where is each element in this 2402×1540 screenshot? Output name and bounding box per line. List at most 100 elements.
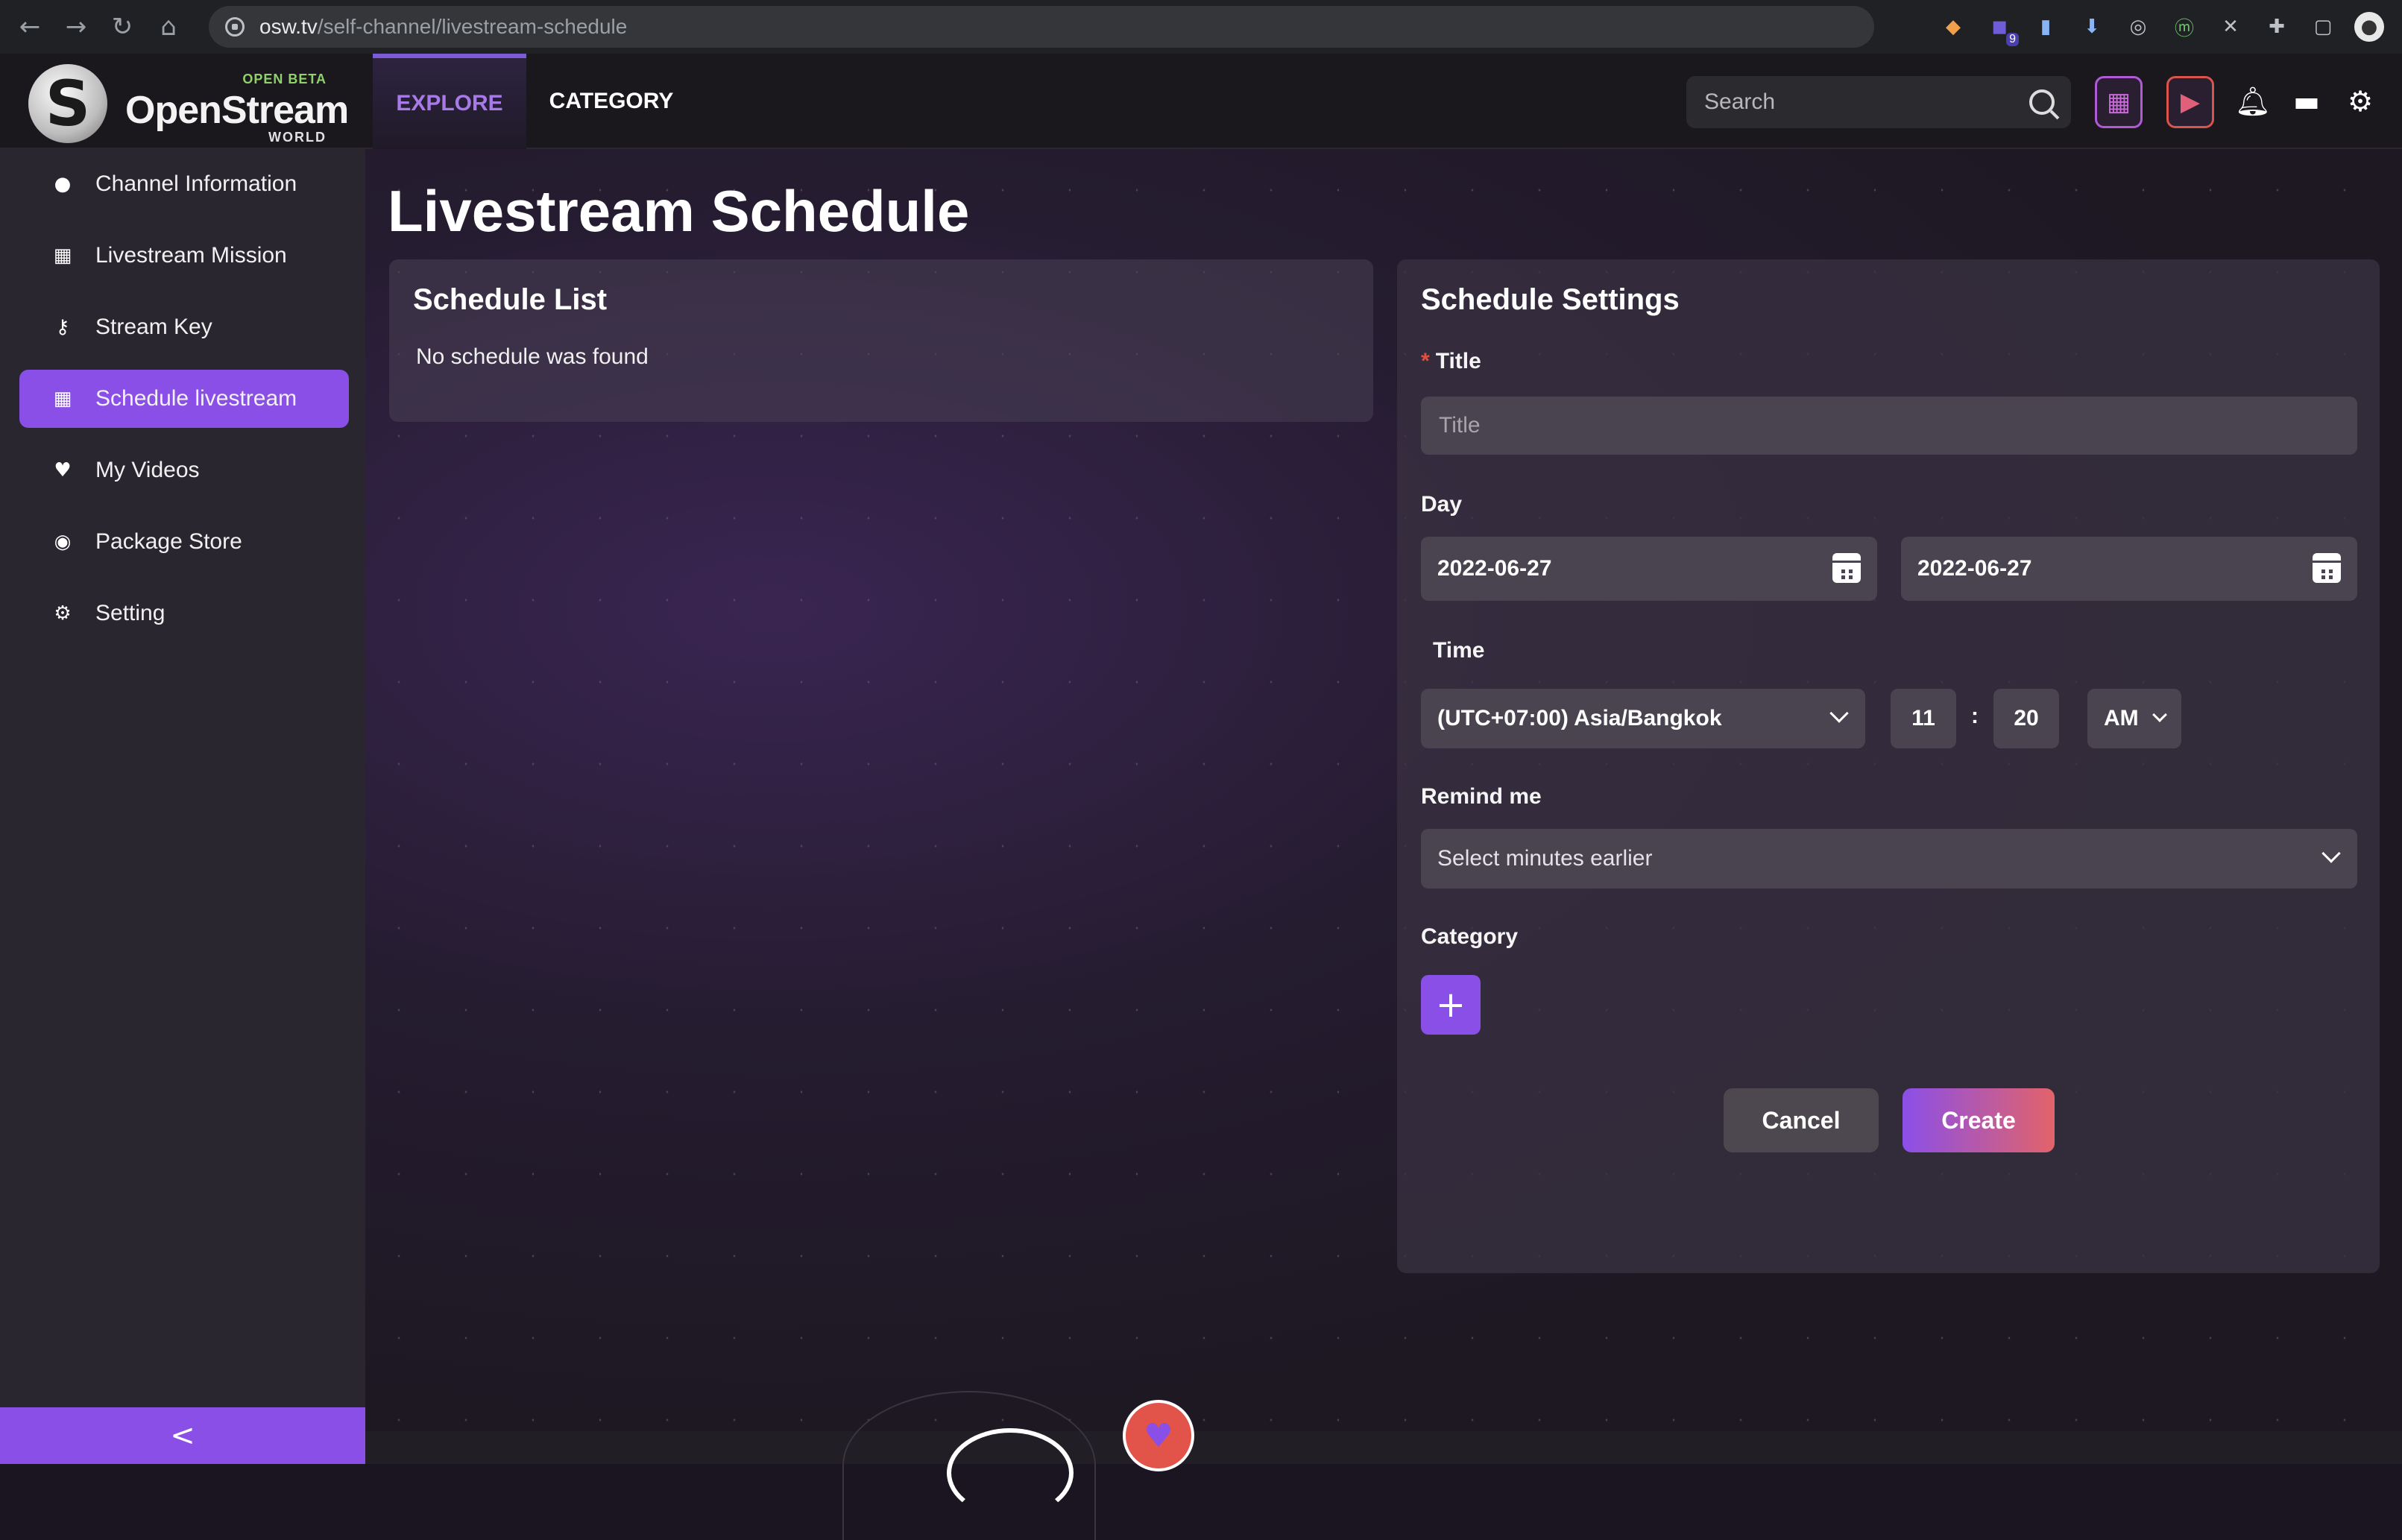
heart-icon: ♥ [1144, 1416, 1173, 1455]
sidebar-item-label: Setting [95, 601, 166, 625]
docs-icon[interactable]: ▮ [2031, 12, 2061, 42]
openstream-logo[interactable]: S OPEN BETA OpenStream WORLD [28, 64, 349, 145]
sidebar-item-label: Stream Key [95, 315, 212, 339]
sidebar-item-channel-information[interactable]: ● Channel Information [19, 155, 349, 213]
bell-icon[interactable]: 🔔︎ [2234, 82, 2272, 121]
app-header: S OPEN BETA OpenStream WORLD EXPLORE CAT… [0, 54, 2402, 149]
sidebar-item-schedule-livestream[interactable]: ▦ Schedule livestream [19, 370, 349, 428]
browser-toolbar: ← → ↻ ⌂ osw.tv/self-channel/livestream-s… [0, 0, 2402, 54]
extension-badge-icon[interactable]: ◼ 9 [1985, 12, 2019, 46]
m-icon[interactable]: ⓜ [2169, 12, 2199, 42]
footer-bar [365, 1431, 2402, 1464]
page-title: Livestream Schedule [388, 178, 970, 244]
cancel-button[interactable]: Cancel [1724, 1088, 1879, 1152]
title-label-text: Title [1435, 349, 1481, 373]
gear-icon: ⚙ [54, 602, 72, 625]
tab-category[interactable]: CATEGORY [537, 54, 686, 149]
timezone-value: (UTC+07:00) Asia/Bangkok [1437, 706, 1722, 730]
home-icon[interactable]: ⌂ [152, 10, 185, 43]
tools-icon[interactable]: ✕ [2216, 12, 2245, 42]
orbit-decoration [947, 1428, 1074, 1518]
ampm-select[interactable]: AM [2087, 689, 2181, 748]
calendar-icon: ▦ [2106, 87, 2131, 117]
hour-input[interactable]: 11 [1891, 689, 1956, 748]
sidebar-item-label: Schedule livestream [95, 386, 297, 411]
extension-badge-count: 9 [2006, 33, 2019, 46]
chevron-down-icon [1829, 704, 1849, 723]
profile-avatar[interactable]: ● [2354, 12, 2384, 42]
sidebar: ● Channel Information ▦ Livestream Missi… [0, 149, 365, 1464]
reload-icon[interactable]: ↻ [106, 10, 139, 43]
logo-world-label: WORLD [268, 130, 327, 145]
calendar-icon[interactable] [2313, 553, 2341, 583]
search-input[interactable] [1703, 89, 2016, 116]
logo-text: OPEN BETA OpenStream WORLD [125, 70, 349, 145]
start-date-value: 2022-06-27 [1437, 556, 1552, 581]
sidebar-item-livestream-mission[interactable]: ▦ Livestream Mission [19, 227, 349, 285]
sidebar-item-label: My Videos [95, 458, 200, 482]
back-icon[interactable]: ← [13, 10, 46, 43]
key-icon: ⚷ [55, 316, 70, 338]
add-category-button[interactable]: + [1421, 975, 1481, 1035]
create-button[interactable]: Create [1903, 1088, 2055, 1152]
metamask-icon[interactable]: ◆ [1938, 12, 1968, 42]
search-icon[interactable] [2029, 89, 2055, 115]
schedule-list-panel: Schedule List No schedule was found [389, 259, 1373, 422]
calendar-icon: ▦ [53, 244, 72, 267]
circle-icon[interactable]: ◎ [2123, 12, 2153, 42]
download-icon[interactable]: ⬇ [2077, 12, 2107, 42]
site-info-icon[interactable] [225, 17, 245, 37]
tab-explore[interactable]: EXPLORE [373, 54, 526, 149]
calendar-icon: ▦ [53, 388, 72, 410]
category-label: Category [1421, 924, 1519, 949]
sidebar-item-label: Channel Information [95, 171, 297, 196]
sidebar-item-label: Livestream Mission [95, 243, 287, 268]
hour-value: 11 [1911, 706, 1935, 730]
sidebar-item-package-store[interactable]: ◉ Package Store [19, 513, 349, 571]
title-label: * Title [1421, 349, 1481, 374]
go-live-button[interactable]: ▶ [2166, 76, 2214, 128]
gear-icon[interactable]: ⚙ [2341, 82, 2380, 121]
package-icon: ◉ [54, 531, 72, 553]
sidebar-item-setting[interactable]: ⚙ Setting [19, 584, 349, 643]
time-label: Time [1433, 638, 1485, 663]
sidebar-icon[interactable]: ▢ [2308, 12, 2338, 42]
logo-name: OpenStream [125, 89, 349, 132]
favorite-heart-button[interactable]: ♥ [1123, 1400, 1194, 1471]
ampm-value: AM [2104, 706, 2139, 730]
address-bar[interactable]: osw.tv/self-channel/livestream-schedule [209, 6, 1874, 48]
sidebar-item-stream-key[interactable]: ⚷ Stream Key [19, 298, 349, 356]
title-input[interactable] [1437, 412, 2357, 439]
user-icon: ● [54, 173, 72, 195]
remind-select[interactable]: Select minutes earlier [1421, 829, 2357, 889]
url-host: osw.tv [259, 15, 318, 38]
empty-state-text: No schedule was found [416, 344, 649, 369]
extensions-bar: ◆ ◼ 9 ▮ ⬇ ◎ ⓜ ✕ ✚ ▢ ● [1938, 9, 2384, 46]
end-date-field[interactable]: 2022-06-27 [1901, 537, 2357, 601]
wallet-icon[interactable]: ▬ [2287, 82, 2326, 121]
main-content: Livestream Schedule Schedule List No sch… [365, 149, 2402, 1540]
forward-icon[interactable]: → [60, 10, 92, 43]
schedule-settings-heading: Schedule Settings [1421, 283, 1680, 316]
puzzle-icon[interactable]: ✚ [2262, 12, 2292, 42]
chevron-down-icon [2152, 707, 2167, 722]
chevron-down-icon [2321, 844, 2341, 863]
schedule-settings-panel: Schedule Settings *Title Day 2022-06-27 … [1397, 259, 2380, 1273]
schedule-calendar-button[interactable]: ▦ [2095, 76, 2143, 128]
sidebar-item-my-videos[interactable]: ♥ My Videos [19, 441, 349, 499]
schedule-list-heading: Schedule List [413, 283, 608, 316]
start-date-field[interactable]: 2022-06-27 [1421, 537, 1877, 601]
heart-icon: ♥ [54, 459, 72, 482]
minute-input[interactable]: 20 [1993, 689, 2059, 748]
remind-placeholder: Select minutes earlier [1437, 846, 1653, 871]
sidebar-item-label: Package Store [95, 529, 242, 554]
sidebar-collapse-button[interactable]: < [0, 1407, 365, 1464]
minute-value: 20 [2014, 706, 2039, 730]
time-separator: : [1971, 704, 1979, 728]
remind-label: Remind me [1421, 784, 1542, 809]
search-box [1686, 76, 2071, 128]
calendar-icon[interactable] [1832, 553, 1861, 583]
timezone-select[interactable]: (UTC+07:00) Asia/Bangkok [1421, 689, 1865, 748]
logo-beta-label: OPEN BETA [242, 72, 327, 86]
day-label: Day [1421, 492, 1463, 517]
